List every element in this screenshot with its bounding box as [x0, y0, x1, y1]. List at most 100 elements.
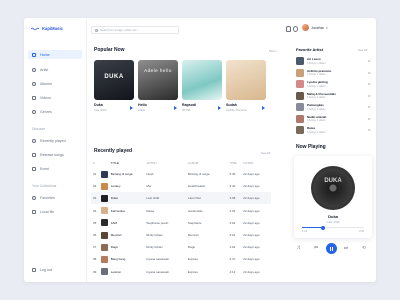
card-artist: Last Child [94, 108, 107, 112]
pause-icon [332, 246, 333, 251]
sidebar-item-label: Videos [40, 95, 51, 100]
favorite-artist-item[interactable]: Maliq & D'essentials 3 Songs, 1 album ••• [296, 91, 371, 101]
col-num: # [93, 161, 95, 165]
progress-bar[interactable] [302, 225, 364, 230]
play-icon[interactable] [218, 106, 221, 110]
table-row[interactable]: 01 Bintang di surga Noah Bintang di surga 2:… [91, 168, 271, 180]
artist-text: Maliq & D'essentials 3 Songs, 1 album [307, 92, 336, 100]
sidebar-item-albums[interactable]: Albums [28, 79, 82, 88]
sidebar-item-home[interactable]: Home [28, 50, 82, 59]
sidebar-item-local-file[interactable]: Local file [28, 207, 82, 216]
table-row[interactable]: 08 Bang bang Isyana saraswati Explore 2:47 22… [91, 253, 271, 265]
artist-avatar [296, 91, 304, 100]
popular-card-duka[interactable]: DUKA Duka Last Child [94, 60, 134, 112]
row-album: Last child [187, 196, 201, 201]
more-icon[interactable]: ••• [368, 105, 371, 109]
album-icon [32, 81, 36, 86]
row-date: 22 days ago [243, 220, 260, 225]
user-menu[interactable]: Jonathan ▾ [302, 24, 328, 31]
table-row[interactable]: 03 Duka Last child Last child 3:38 22 days ag… [91, 192, 271, 205]
favorite-artist-item[interactable]: Lyodra ginting 3 Songs, 1 album ••• [296, 79, 371, 89]
col-title: TITLE [110, 161, 119, 165]
favorite-artist-item[interactable]: Pamungkas 3 Songs, 1 album ••• [296, 102, 371, 112]
progress-handle[interactable] [321, 225, 326, 230]
table-row[interactable]: 09 Lexicon Isyana saraswati Explore 4:13 22 d… [91, 266, 271, 278]
recent-see-all-link[interactable]: See All [261, 151, 270, 155]
repeat-icon[interactable]: ⟲ [362, 245, 366, 251]
col-time: TIME [229, 161, 237, 165]
sidebar-item-label: Favorites [40, 195, 55, 200]
song-thumbnail [100, 231, 108, 239]
row-date: 22 days ago [243, 245, 260, 250]
sidebar-item-release-songs[interactable]: Release songs [28, 150, 82, 159]
row-title: 3AM [110, 220, 117, 225]
sidebar-item-videos[interactable]: Videos [28, 93, 82, 102]
chevron-down-icon: ▾ [326, 25, 328, 30]
more-icon[interactable]: ••• [368, 117, 371, 121]
play-icon[interactable] [262, 106, 265, 110]
row-date: 22 days ago [243, 184, 260, 189]
sidebar-item-label: Albums [40, 81, 52, 86]
row-title: Bintang di surga [110, 172, 133, 176]
sidebar-item-event[interactable]: Event [28, 164, 82, 173]
artist-meta: 3 Songs, 1 album [307, 130, 326, 134]
favorite-see-all-link[interactable]: See All [358, 48, 367, 52]
artist-name: Nadin amizah [307, 114, 327, 119]
song-thumbnail [100, 194, 108, 202]
table-row[interactable]: 04 Kali kedua Raisa Handmade 4:29 22 days ago [91, 205, 271, 217]
popular-more-link[interactable]: More > [269, 49, 278, 53]
table-row[interactable]: 06 Mencari Rizky febian Mencari 3:22 22 days … [91, 229, 271, 241]
play-icon[interactable] [130, 106, 133, 110]
shuffle-icon[interactable]: ⤨ [296, 245, 300, 250]
song-thumbnail [100, 207, 108, 215]
more-icon[interactable]: ••• [368, 82, 371, 86]
calendar-icon [32, 152, 36, 157]
col-artist: ARTIST [146, 161, 158, 165]
more-icon[interactable]: ••• [368, 71, 371, 75]
popular-title: Popular Now [94, 47, 125, 53]
sidebar-item-genres[interactable]: Genres [28, 107, 82, 116]
table-header: # TITLE ARTIST ALBUM TIME DATES [91, 161, 271, 165]
row-album: Handmade [187, 208, 203, 213]
favorite-artist-item[interactable]: Ari Lasso 3 Songs, 1 album ••• [296, 56, 371, 66]
favorite-artist-item[interactable]: Ardhito pramono 3 Songs, 1 album ••• [296, 68, 371, 78]
bell-icon[interactable] [286, 26, 291, 32]
app-logo[interactable]: KapiMusic [31, 26, 63, 31]
logout-button[interactable]: Log out [28, 265, 82, 274]
popular-card-hello[interactable]: Adele hello Hello Adele [138, 60, 178, 112]
sidebar-item-label: Genres [40, 109, 52, 114]
table-row[interactable]: 02 Lookey Mer Heartbreaker 3:42 22 days ago [91, 180, 271, 192]
row-time: 3:38 [229, 196, 236, 201]
recent-title: Recently played [94, 148, 133, 154]
settings-icon[interactable] [293, 26, 298, 32]
sidebar-item-label: Artist [40, 67, 49, 72]
sidebar-item-recently-played[interactable]: Recently played [28, 136, 82, 145]
favorite-artist-item[interactable]: Nadin amizah 3 Songs, 1 album ••• [296, 114, 371, 124]
next-icon[interactable]: ⏭ [344, 245, 348, 250]
sidebar-item-favorites[interactable]: Favorites [28, 193, 82, 202]
row-time: 4:29 [229, 208, 236, 213]
table-row[interactable]: 05 3AM Stephanie poetri Stephanie 3:02 22 day… [91, 217, 271, 229]
artist-avatar [296, 80, 304, 88]
sidebar-item-artist[interactable]: Artist [28, 65, 82, 74]
sidebar: KapiMusic Home Artist Albums Videos Genr… [24, 18, 87, 282]
vinyl-disc: DUKA [311, 166, 355, 210]
artist-name: Ari Lasso [307, 57, 321, 62]
previous-icon[interactable]: ⏮ [314, 245, 318, 250]
favorite-artist-item[interactable]: Raisa 3 Songs, 1 album ••• [296, 125, 371, 135]
song-thumbnail [100, 182, 108, 190]
table-row[interactable]: 07 Ragu Rizky febian Ragu 4:02 22 days ago [91, 241, 271, 253]
more-icon[interactable]: ••• [368, 59, 371, 63]
now-playing-artist: Last child [326, 220, 340, 224]
song-thumbnail [100, 170, 108, 178]
row-artist: Stephanie poetri [146, 220, 169, 225]
pause-button[interactable] [326, 243, 337, 254]
artist-avatar [296, 114, 304, 123]
popular-card-sudah[interactable]: Sudah Ardhito Pramono [226, 60, 266, 112]
search-icon [95, 28, 98, 32]
play-icon[interactable] [174, 106, 177, 110]
search-input[interactable]: Search for songs, artist, etc... [91, 26, 179, 34]
more-icon[interactable]: ••• [368, 128, 371, 132]
more-icon[interactable]: ••• [368, 94, 371, 98]
popular-card-rapsodi[interactable]: Rapsodi JKT48 [182, 60, 222, 112]
